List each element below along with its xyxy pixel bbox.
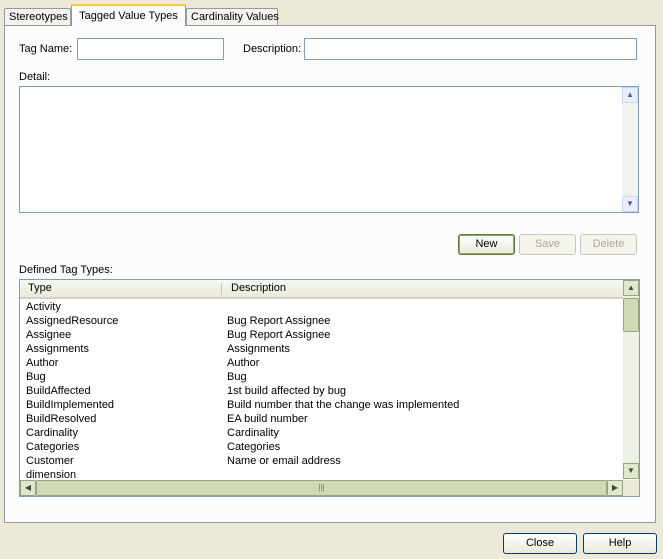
scroll-left-icon[interactable]: ◀ [20, 480, 36, 496]
horizontal-scroll-thumb[interactable]: ||| [36, 480, 607, 496]
cell-type: Assignee [26, 329, 72, 341]
defined-tag-types-label: Defined Tag Types: [19, 264, 113, 276]
list-vertical-scrollbar[interactable]: ▲ ▼ [623, 280, 639, 479]
tab-tagged-value-types[interactable]: Tagged Value Types [71, 4, 186, 26]
table-row[interactable]: Categories Categories [20, 440, 623, 454]
table-row[interactable]: BuildAffected 1st build affected by bug [20, 384, 623, 398]
table-row[interactable]: Cardinality Cardinality [20, 426, 623, 440]
cell-description: Name or email address [227, 455, 341, 467]
cell-type: BuildImplemented [26, 399, 115, 411]
detail-textarea[interactable]: ▲ ▼ [19, 86, 639, 213]
save-button[interactable]: Save [519, 234, 576, 255]
scroll-down-icon[interactable]: ▼ [623, 463, 639, 479]
cell-description: 1st build affected by bug [227, 385, 347, 397]
table-row[interactable]: Author Author [20, 356, 623, 370]
cell-description: Assignments [227, 343, 290, 355]
tag-name-label: Tag Name: [19, 43, 73, 55]
tab-cardinality-values[interactable]: Cardinality Values [186, 8, 279, 25]
detail-label: Detail: [19, 71, 51, 83]
column-divider[interactable] [221, 283, 222, 295]
cell-description: EA build number [227, 413, 308, 425]
cell-type: Assignments [26, 343, 89, 355]
cell-type: BuildAffected [26, 385, 91, 397]
scrollbar-corner [623, 480, 639, 496]
scroll-up-icon[interactable]: ▲ [623, 280, 639, 296]
cell-type: Author [26, 357, 59, 369]
new-button[interactable]: New [458, 234, 515, 255]
scroll-right-icon[interactable]: ▶ [607, 480, 623, 496]
list-header: Type Description [20, 280, 623, 299]
description-input[interactable] [304, 38, 637, 60]
scroll-down-icon[interactable]: ▼ [622, 196, 638, 212]
cell-type: Customer [26, 455, 74, 467]
tagged-value-types-panel: Tag Name: Description: Detail: ▲ ▼ New S… [4, 25, 656, 523]
cell-type: Cardinality [26, 427, 78, 439]
detail-scrollbar[interactable]: ▲ ▼ [622, 87, 638, 212]
cell-description: Author [227, 357, 260, 369]
cell-description: Categories [227, 441, 281, 453]
description-label: Description: [243, 43, 302, 55]
cell-type: AssignedResource [26, 315, 119, 327]
cell-description: Build number that the change was impleme… [227, 399, 460, 411]
delete-button[interactable]: Delete [580, 234, 637, 255]
table-row[interactable]: AssignedResource Bug Report Assignee [20, 314, 623, 328]
cell-type: Bug [26, 371, 46, 383]
cell-description: Bug [227, 371, 247, 383]
table-row[interactable]: Activity [20, 300, 623, 314]
cell-type: Categories [26, 441, 80, 453]
table-row[interactable]: BuildResolved EA build number [20, 412, 623, 426]
list-rows: Activity AssignedResource Bug Report Assig… [20, 300, 623, 482]
cell-description: Cardinality [227, 427, 279, 439]
help-button[interactable]: Help [583, 533, 657, 554]
table-row[interactable]: Assignee Bug Report Assignee [20, 328, 623, 342]
close-button[interactable]: Close [503, 533, 577, 554]
table-row[interactable]: Assignments Assignments [20, 342, 623, 356]
cell-type: Activity [26, 301, 61, 313]
scroll-up-icon[interactable]: ▲ [622, 87, 638, 103]
table-row[interactable]: BuildImplemented Build number that the ch… [20, 398, 623, 412]
column-header-type[interactable]: Type [20, 280, 221, 297]
tab-stereotypes[interactable]: Stereotypes [4, 8, 71, 25]
table-row[interactable]: Bug Bug [20, 370, 623, 384]
list-horizontal-scrollbar[interactable]: ◀ ||| ▶ [20, 480, 623, 496]
vertical-scroll-thumb[interactable] [623, 298, 639, 332]
cell-description: Bug Report Assignee [227, 315, 331, 327]
tag-types-list[interactable]: Type Description Activity AssignedResourc… [19, 279, 640, 497]
tag-name-input[interactable] [77, 38, 224, 60]
cell-description: Bug Report Assignee [227, 329, 331, 341]
table-row[interactable]: Customer Name or email address [20, 454, 623, 468]
column-header-description[interactable]: Description [223, 280, 603, 297]
cell-type: BuildResolved [26, 413, 97, 425]
